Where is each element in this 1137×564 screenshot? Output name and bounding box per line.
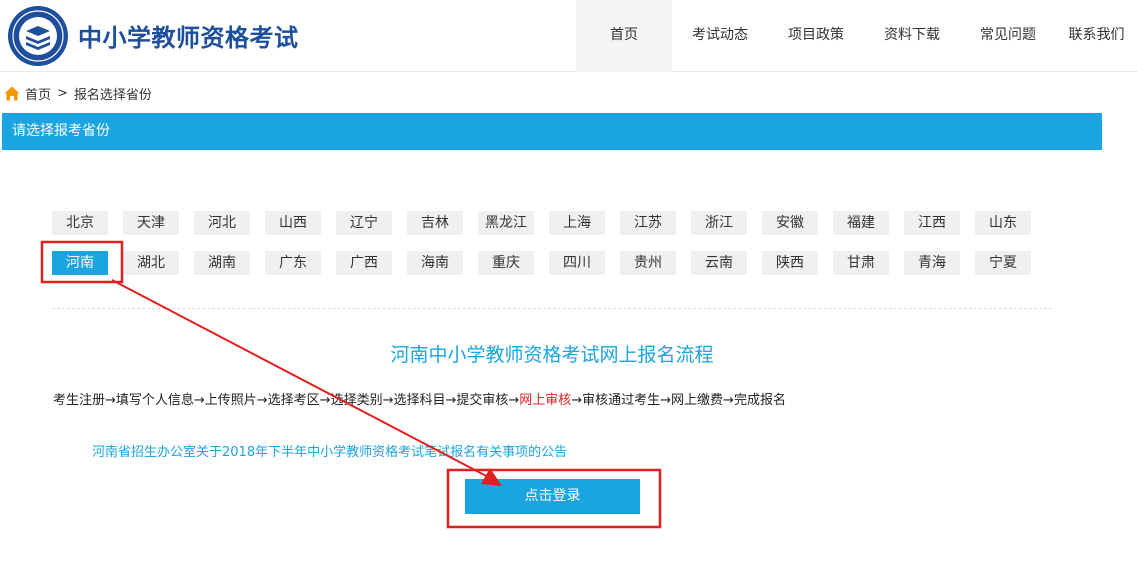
flow-steps-highlight: 网上审核 <box>519 393 572 408</box>
province-jilin[interactable]: 吉林 <box>407 211 463 235</box>
breadcrumb-current: 报名选择省份 <box>73 87 152 103</box>
province-sichuan[interactable]: 四川 <box>549 251 605 275</box>
breadcrumb-home-link[interactable]: 首页 <box>25 84 51 103</box>
nav-exam-news[interactable]: 考试动态 <box>672 0 768 72</box>
flow-steps-part2: →审核通过考生→网上缴费→完成报名 <box>571 393 786 408</box>
nav-faq[interactable]: 常见问题 <box>960 0 1056 72</box>
breadcrumb: 首页 > 报名选择省份 <box>4 84 152 103</box>
dashed-divider <box>52 308 1052 309</box>
province-zhejiang[interactable]: 浙江 <box>691 211 747 235</box>
province-shaanxi[interactable]: 陕西 <box>762 251 818 275</box>
province-tianjin[interactable]: 天津 <box>123 211 179 235</box>
site-logo-icon[interactable] <box>6 4 70 68</box>
breadcrumb-separator: > <box>57 85 68 101</box>
flow-steps: 考生注册→填写个人信息→上传照片→选择考区→选择类别→选择科目→提交审核→网上审… <box>53 389 786 408</box>
nav-downloads[interactable]: 资料下载 <box>864 0 960 72</box>
site-title: 中小学教师资格考试 <box>78 24 299 52</box>
province-shanghai[interactable]: 上海 <box>549 211 605 235</box>
province-yunnan[interactable]: 云南 <box>691 251 747 275</box>
province-henan[interactable]: 河南 <box>52 251 108 275</box>
province-ningxia[interactable]: 宁夏 <box>975 251 1031 275</box>
province-guangdong[interactable]: 广东 <box>265 251 321 275</box>
province-liaoning[interactable]: 辽宁 <box>336 211 392 235</box>
province-qinghai[interactable]: 青海 <box>904 251 960 275</box>
site-header: 中小学教师资格考试 首页 考试动态 项目政策 资料下载 常见问题 联系我们 <box>0 0 1137 72</box>
login-button[interactable]: 点击登录 <box>465 479 640 514</box>
section-title-bar: 请选择报考省份 <box>2 113 1102 150</box>
flow-title: 河南中小学教师资格考试网上报名流程 <box>390 344 714 366</box>
province-fujian[interactable]: 福建 <box>833 211 889 235</box>
province-guangxi[interactable]: 广西 <box>336 251 392 275</box>
province-shandong[interactable]: 山东 <box>975 211 1031 235</box>
nav-contact[interactable]: 联系我们 <box>1056 0 1137 72</box>
province-shanxi[interactable]: 山西 <box>265 211 321 235</box>
province-chongqing[interactable]: 重庆 <box>478 251 534 275</box>
nav-policy[interactable]: 项目政策 <box>768 0 864 72</box>
province-hubei[interactable]: 湖北 <box>123 251 179 275</box>
province-anhui[interactable]: 安徽 <box>762 211 818 235</box>
flow-steps-part1: 考生注册→填写个人信息→上传照片→选择考区→选择类别→选择科目→提交审核→ <box>53 393 520 408</box>
province-jiangsu[interactable]: 江苏 <box>620 211 676 235</box>
province-beijing[interactable]: 北京 <box>52 211 108 235</box>
province-guizhou[interactable]: 贵州 <box>620 251 676 275</box>
province-hunan[interactable]: 湖南 <box>194 251 250 275</box>
home-icon[interactable] <box>4 86 20 101</box>
province-hainan[interactable]: 海南 <box>407 251 463 275</box>
province-heilongjiang[interactable]: 黑龙江 <box>478 211 534 235</box>
nav-home[interactable]: 首页 <box>576 0 672 72</box>
main-nav: 首页 考试动态 项目政策 资料下载 常见问题 联系我们 <box>576 0 1137 72</box>
province-gansu[interactable]: 甘肃 <box>833 251 889 275</box>
notice-link[interactable]: 河南省招生办公室关于2018年下半年中小学教师资格考试笔试报名有关事项的公告 <box>92 441 567 460</box>
province-jiangxi[interactable]: 江西 <box>904 211 960 235</box>
province-hebei[interactable]: 河北 <box>194 211 250 235</box>
